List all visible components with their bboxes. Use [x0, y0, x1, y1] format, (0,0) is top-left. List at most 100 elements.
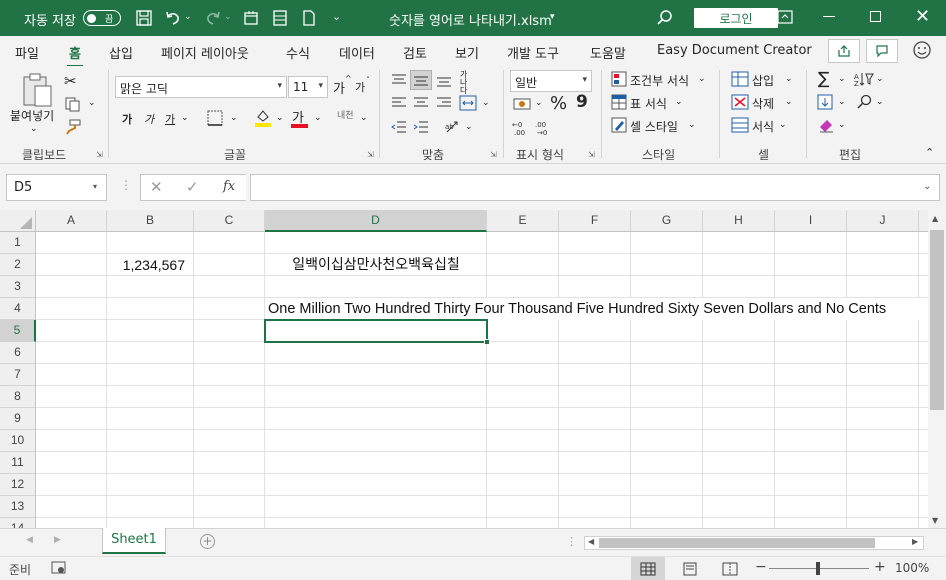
autosum-icon[interactable]: ∑ [818, 69, 829, 89]
tab-review[interactable]: 검토 [403, 43, 427, 62]
scroll-down-icon[interactable]: ▼ [932, 516, 938, 525]
copy-dropdown-icon[interactable]: ⌄ [88, 98, 96, 108]
row-header-14[interactable]: 14 [0, 518, 36, 528]
row-header-5[interactable]: 5 [0, 320, 36, 342]
fill-color-dropdown-icon[interactable]: ⌄ [276, 113, 284, 123]
conditional-format-dropdown-icon[interactable]: ⌄ [698, 74, 706, 84]
cell-styles-icon[interactable] [611, 117, 627, 133]
autosum-dropdown-icon[interactable]: ⌄ [838, 74, 846, 84]
row-header-1[interactable]: 1 [0, 232, 36, 254]
spreadsheet-grid[interactable]: A B C D E F G H I J 1 2 3 4 5 6 7 8 9 10… [0, 210, 930, 528]
page-break-view-icon[interactable] [722, 562, 738, 576]
document-icon[interactable] [300, 9, 318, 27]
conditional-format-icon[interactable] [611, 71, 627, 87]
clipboard-launcher-icon[interactable]: ⇲ [96, 150, 103, 159]
font-size-select[interactable]: 11 ▾ [288, 76, 328, 98]
cell-b2[interactable]: 1,234,567 [108, 254, 185, 276]
phonetic-button[interactable]: 내천 [337, 108, 354, 121]
row-header-3[interactable]: 3 [0, 276, 36, 298]
sort-filter-icon[interactable]: AZ [854, 71, 874, 87]
orientation-dropdown-icon[interactable]: ⌄ [465, 122, 473, 132]
paste-label[interactable]: 붙여넣기 [10, 107, 54, 124]
insert-cells-icon[interactable] [731, 71, 749, 87]
close-icon[interactable]: ✕ [915, 6, 930, 27]
accounting-format-icon[interactable] [513, 97, 531, 111]
increase-decimal-icon[interactable]: ←0.00 [512, 119, 532, 137]
new-sheet-button[interactable]: + [200, 534, 215, 549]
tab-formulas[interactable]: 수식 [286, 43, 310, 62]
percent-style-button[interactable]: % [550, 93, 567, 114]
scroll-up-icon[interactable]: ▲ [932, 214, 938, 223]
decrease-decimal-icon[interactable]: .00 →0 [535, 119, 555, 137]
format-as-table-button[interactable]: 표 서식 [630, 95, 667, 112]
maximize-icon[interactable] [870, 11, 881, 22]
alignment-launcher-icon[interactable]: ⇲ [490, 150, 497, 159]
minimize-icon[interactable] [823, 16, 835, 17]
select-all-button[interactable] [0, 210, 36, 232]
tab-view[interactable]: 보기 [455, 43, 479, 62]
phonetic-dropdown-icon[interactable]: ⌄ [360, 113, 368, 123]
vertical-scrollbar[interactable]: ▲ ▼ [928, 210, 946, 530]
search-icon[interactable] [656, 9, 674, 27]
page-layout-view-icon[interactable] [682, 562, 698, 576]
column-header-b[interactable]: B [107, 210, 194, 232]
clear-icon[interactable] [817, 117, 835, 133]
format-painter-icon[interactable] [64, 119, 82, 135]
title-dropdown-icon[interactable]: ▾ [550, 12, 555, 22]
tab-developer[interactable]: 개발 도구 [507, 43, 559, 62]
find-select-icon[interactable] [856, 94, 872, 110]
comments-button[interactable] [866, 39, 898, 63]
vertical-scroll-thumb[interactable] [930, 230, 944, 410]
underline-button[interactable]: 가 [165, 111, 175, 127]
undo-dropdown-icon[interactable]: ⌄ [184, 12, 192, 22]
format-cells-button[interactable]: 서식 [752, 118, 774, 135]
borders-icon[interactable] [207, 110, 223, 126]
font-color-dropdown-icon[interactable]: ⌄ [314, 113, 322, 123]
collapse-ribbon-icon[interactable]: ⌃ [925, 146, 934, 159]
column-header-e[interactable]: E [487, 210, 559, 232]
decrease-indent-icon[interactable] [391, 120, 407, 134]
horizontal-scroll-thumb[interactable] [599, 538, 875, 548]
cell-d4[interactable]: One Million Two Hundred Thirty Four Thou… [268, 298, 886, 320]
insert-cells-dropdown-icon[interactable]: ⌄ [785, 74, 793, 84]
zoom-slider-thumb[interactable] [816, 562, 820, 575]
next-sheet-icon[interactable]: ▶ [54, 535, 61, 545]
cancel-entry-icon[interactable]: ✕ [150, 178, 163, 196]
row-header-9[interactable]: 9 [0, 408, 36, 430]
paste-dropdown-icon[interactable]: ⌄ [30, 124, 38, 134]
cell-styles-button[interactable]: 셀 스타일 [630, 118, 678, 135]
font-launcher-icon[interactable]: ⇲ [367, 150, 374, 159]
format-as-table-icon[interactable] [611, 94, 627, 110]
increase-indent-icon[interactable] [413, 120, 429, 134]
format-cells-icon[interactable] [731, 117, 749, 133]
align-left-icon[interactable] [391, 96, 407, 110]
align-center-icon[interactable] [413, 96, 429, 110]
bold-button[interactable]: 가 [122, 111, 132, 127]
ribbon-display-icon[interactable] [777, 10, 793, 24]
align-top-icon[interactable] [391, 73, 407, 87]
row-header-12[interactable]: 12 [0, 474, 36, 496]
italic-button[interactable]: 가 [144, 111, 154, 127]
conditional-format-button[interactable]: 조건부 서식 [630, 72, 689, 89]
previous-sheet-icon[interactable]: ◀ [26, 535, 33, 545]
tab-help[interactable]: 도움말 [590, 43, 626, 62]
grow-font-button[interactable]: 가 [333, 78, 345, 97]
save-icon[interactable] [135, 9, 153, 27]
copy-icon[interactable] [64, 96, 82, 112]
autosave-toggle[interactable]: 끔 [83, 10, 121, 26]
active-cell-d5[interactable] [264, 319, 488, 343]
form-icon[interactable] [271, 9, 289, 27]
zoom-level[interactable]: 100% [895, 561, 929, 575]
delete-cells-button[interactable]: 삭제 [752, 95, 774, 112]
sort-filter-dropdown-icon[interactable]: ⌄ [876, 74, 884, 84]
align-bottom-icon[interactable] [436, 74, 452, 88]
cell-d2[interactable]: 일백이십삼만사천오백육십칠 [265, 254, 487, 276]
cell-styles-dropdown-icon[interactable]: ⌄ [688, 120, 696, 130]
tab-split-grip-icon[interactable]: ⋮ [566, 535, 577, 548]
fill-icon[interactable] [817, 94, 833, 110]
font-name-select[interactable]: 맑은 고딕 ▾ [115, 76, 287, 98]
normal-view-button[interactable] [631, 557, 665, 580]
cut-icon[interactable]: ✂ [64, 72, 77, 90]
tab-insert[interactable]: 삽입 [109, 43, 133, 62]
undo-icon[interactable] [164, 9, 182, 27]
